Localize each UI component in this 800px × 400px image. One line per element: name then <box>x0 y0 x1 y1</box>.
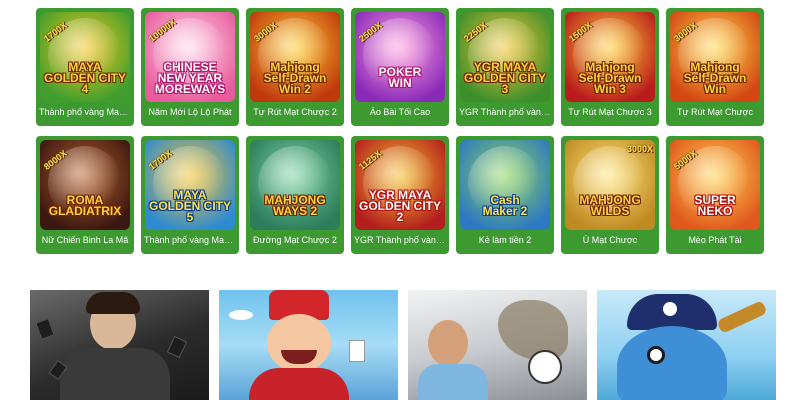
game-card[interactable]: 3000X Mahjong Self-Drawn Win 2 Tự Rút Mạt … <box>246 8 344 126</box>
game-thumbnail: 3000X Mahjong Self-Drawn Win 2 <box>250 12 340 102</box>
game-card[interactable]: 10000X CHINESE NEW YEAR MOREWAYS Năm Mới L… <box>141 8 239 126</box>
skull-icon <box>663 302 677 316</box>
game-thumbnail: MAHJONG WAYS 2 <box>250 140 340 230</box>
game-logo: MAHJONG WILDS <box>579 193 641 218</box>
game-title: Tự Rút Mạt Chược 3 <box>568 107 652 117</box>
game-thumbnail: 1700X MAYA GOLDEN CITY 4 <box>40 12 130 102</box>
dust-cloud-shape <box>498 300 568 360</box>
game-thumbnail: 2250X YGR MAYA GOLDEN CITY 3 <box>460 12 550 102</box>
flying-card-shape <box>166 335 188 359</box>
shark-eye-shape <box>647 346 665 364</box>
game-card[interactable]: 3000X Mahjong Self-Drawn Win Tự Rút Mạt Ch… <box>666 8 764 126</box>
game-title: Tự Rút Mạt Chược <box>677 107 753 117</box>
telescope-shape <box>716 300 768 334</box>
game-title: Tự Rút Mạt Chược 2 <box>253 107 337 117</box>
game-logo: MAHJONG WAYS 2 <box>264 193 326 218</box>
jersey-shape <box>418 364 488 400</box>
card-player-banner[interactable] <box>30 290 209 400</box>
football-player-banner[interactable] <box>408 290 587 400</box>
game-thumbnail: 1125X YGR MAYA GOLDEN CITY 2 <box>355 140 445 230</box>
player-jacket-shape <box>60 348 170 400</box>
game-title: Thành phố vàng Maya 4 <box>39 107 134 117</box>
game-grid: 1700X MAYA GOLDEN CITY 4 Thành phố vàng Ma… <box>36 8 764 254</box>
game-logo: Cash Maker 2 <box>482 193 528 218</box>
lucky-god-banner[interactable] <box>219 290 398 400</box>
game-title: Nữ Chiến Binh La Mã <box>41 235 129 245</box>
game-logo: YGR MAYA GOLDEN CITY 2 <box>359 187 442 224</box>
game-logo: ROMA GLADIATRIX <box>48 193 122 218</box>
game-card[interactable]: 1500X Mahjong Self-Drawn Win 3 Tự Rút Mạt … <box>561 8 659 126</box>
game-card[interactable]: 1700X MAYA GOLDEN CITY 4 Thành phố vàng Ma… <box>36 8 134 126</box>
game-thumbnail: 3000X Mahjong Self-Drawn Win <box>670 12 760 102</box>
game-card[interactable]: 2500X POKER WIN Áo Bài Tối Cao <box>351 8 449 126</box>
god-robe-shape <box>249 368 349 400</box>
game-title: Kẻ làm tiền 2 <box>478 235 532 245</box>
player-hair-shape <box>86 292 140 314</box>
game-card[interactable]: Cash Maker 2 Kẻ làm tiền 2 <box>456 136 554 254</box>
game-card[interactable]: 1700X MAYA GOLDEN CITY 5 Thành phố vàng Ma… <box>141 136 239 254</box>
game-title: YGR Thành phố vàng Maya 3 <box>459 107 554 117</box>
game-thumbnail: 1700X MAYA GOLDEN CITY 5 <box>145 140 235 230</box>
game-card[interactable]: 8000X ROMA GLADIATRIX Nữ Chiến Binh La Mã <box>36 136 134 254</box>
game-logo: YGR MAYA GOLDEN CITY 3 <box>464 59 547 96</box>
game-thumbnail: 1500X Mahjong Self-Drawn Win 3 <box>565 12 655 102</box>
game-card[interactable]: MAHJONG WAYS 2 Đường Mạt Chược 2 <box>246 136 344 254</box>
game-title: Áo Bài Tối Cao <box>369 107 431 117</box>
game-logo: Mahjong Self-Drawn Win 3 <box>578 59 642 96</box>
playing-card-shape <box>349 340 365 362</box>
game-logo: Mahjong Self-Drawn Win <box>683 59 747 96</box>
game-title: Năm Mới Lộ Lộ Phát <box>148 107 232 117</box>
game-card[interactable]: 1125X YGR MAYA GOLDEN CITY 2 YGR Thành phố… <box>351 136 449 254</box>
game-thumbnail: 10000X CHINESE NEW YEAR MOREWAYS <box>145 12 235 102</box>
game-thumbnail: 5000X SUPER NEKO <box>670 140 760 230</box>
game-title: Đường Mạt Chược 2 <box>253 235 337 245</box>
bird-shape <box>229 310 253 320</box>
banner-row <box>30 290 776 400</box>
game-thumbnail: 3000X MAHJONG WILDS <box>565 140 655 230</box>
game-thumbnail: 2500X POKER WIN <box>355 12 445 102</box>
shark-body-shape <box>617 326 727 400</box>
game-thumbnail: 8000X ROMA GLADIATRIX <box>40 140 130 230</box>
game-logo: SUPER NEKO <box>694 193 736 218</box>
game-logo: MAYA GOLDEN CITY 4 <box>44 59 127 96</box>
flying-card-shape <box>35 318 55 340</box>
game-title: YGR Thành phố vàng Maya 2 <box>354 235 449 245</box>
game-card[interactable]: 3000X MAHJONG WILDS Ú Mạt Chược <box>561 136 659 254</box>
multiplier-badge: 3000X <box>626 144 653 154</box>
game-title: Thành phố vàng Maya 5 <box>144 235 239 245</box>
game-thumbnail: Cash Maker 2 <box>460 140 550 230</box>
game-logo: POKER WIN <box>378 65 422 90</box>
player-head-shape <box>428 320 468 366</box>
game-card[interactable]: 2250X YGR MAYA GOLDEN CITY 3 YGR Thành phố… <box>456 8 554 126</box>
game-title: Mèo Phát Tài <box>688 235 742 245</box>
game-title: Ú Mạt Chược <box>582 235 638 245</box>
football-shape <box>528 350 562 384</box>
game-logo: Mahjong Self-Drawn Win 2 <box>263 59 327 96</box>
game-card[interactable]: 5000X SUPER NEKO Mèo Phát Tài <box>666 136 764 254</box>
game-logo: CHINESE NEW YEAR MOREWAYS <box>154 59 226 96</box>
pirate-shark-banner[interactable] <box>597 290 776 400</box>
game-logo: MAYA GOLDEN CITY 5 <box>149 187 232 224</box>
